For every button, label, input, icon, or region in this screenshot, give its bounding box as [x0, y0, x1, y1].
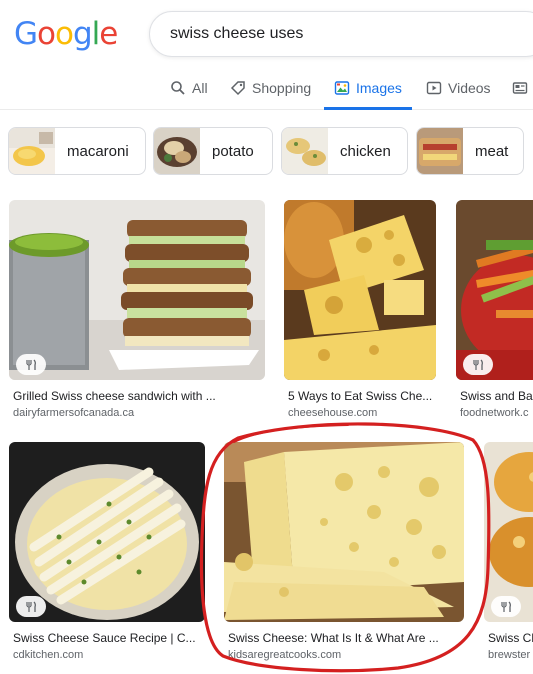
image-result[interactable]: Swiss Cheese Sauce Recipe | C... cdkitch… — [9, 442, 205, 667]
chip-thumbnail — [282, 128, 328, 174]
play-icon — [426, 81, 442, 95]
result-thumbnail[interactable] — [456, 200, 533, 380]
chip-thumbnail — [154, 128, 200, 174]
image-result[interactable]: Swiss Cheese: What Is It & What Are ... … — [224, 442, 464, 667]
tab-label: All — [192, 80, 208, 96]
result-title[interactable]: Swiss Ch — [488, 631, 533, 645]
result-source[interactable]: cheesehouse.com — [288, 407, 438, 419]
vegetables-image — [456, 200, 533, 380]
logo-letter: G — [14, 16, 38, 52]
cheese-image — [284, 200, 436, 380]
asparagus-image — [9, 442, 205, 622]
result-source[interactable]: kidsaregreatcooks.com — [228, 649, 464, 661]
result-title[interactable]: Grilled Swiss cheese sandwich with ... — [13, 389, 263, 403]
chip-label: meat — [475, 142, 509, 160]
image-result[interactable]: Swiss and Ba foodnetwork.c — [456, 200, 533, 425]
sandwich-image — [9, 200, 265, 380]
logo-letter: o — [55, 16, 74, 52]
chip-label: macaroni — [67, 142, 129, 160]
swiss-cheese-image — [224, 442, 464, 622]
recipe-icon — [26, 359, 36, 370]
recipe-badge — [463, 354, 493, 375]
image-result[interactable]: Grilled Swiss cheese sandwich with ... d… — [9, 200, 265, 425]
related-chip-macaroni[interactable]: macaroni — [8, 127, 146, 175]
recipe-badge — [491, 596, 521, 617]
related-chip-chicken[interactable]: chicken — [281, 127, 408, 175]
image-icon — [334, 81, 350, 95]
result-source[interactable]: cdkitchen.com — [13, 649, 203, 661]
result-title[interactable]: Swiss Cheese: What Is It & What Are ... — [228, 631, 464, 645]
logo-letter: e — [99, 16, 118, 52]
tab-label: Videos — [448, 80, 491, 96]
recipe-icon — [501, 601, 511, 612]
tab-all[interactable]: All — [170, 72, 208, 110]
result-thumbnail[interactable] — [224, 442, 464, 622]
logo-letter: o — [37, 16, 56, 52]
chip-thumbnail — [417, 128, 463, 174]
logo-letter: g — [72, 16, 93, 52]
result-thumbnail[interactable] — [484, 442, 533, 622]
chip-thumbnail — [9, 128, 55, 174]
result-source[interactable]: foodnetwork.c — [460, 407, 533, 419]
result-source[interactable]: dairyfarmersofcanada.ca — [13, 407, 263, 419]
result-title[interactable]: Swiss Cheese Sauce Recipe | C... — [13, 631, 203, 645]
google-logo[interactable]: Google — [14, 16, 118, 52]
tab-label: Images — [356, 80, 402, 96]
search-tabs: All Shopping Images Videos — [0, 72, 533, 110]
tab-label: Shopping — [252, 80, 312, 96]
result-thumbnail[interactable] — [9, 200, 265, 380]
logo-letter: l — [91, 16, 101, 52]
baked-dish-image — [484, 442, 533, 622]
chip-label: chicken — [340, 142, 391, 160]
tag-icon — [230, 81, 245, 96]
tab-shopping[interactable]: Shopping — [230, 72, 311, 110]
result-title[interactable]: 5 Ways to Eat Swiss Che... — [288, 389, 438, 403]
tab-videos[interactable]: Videos — [426, 72, 491, 110]
related-chip-meat[interactable]: meat — [416, 127, 524, 175]
recipe-icon — [473, 359, 483, 370]
recipe-badge — [16, 596, 46, 617]
news-icon — [512, 82, 528, 94]
tab-news[interactable] — [512, 72, 528, 110]
result-title[interactable]: Swiss and Ba — [460, 389, 533, 403]
tab-images[interactable]: Images — [324, 72, 412, 110]
chip-label: potato — [212, 142, 254, 160]
result-thumbnail[interactable] — [284, 200, 436, 380]
search-icon — [171, 81, 185, 95]
recipe-icon — [26, 601, 36, 612]
search-box[interactable] — [149, 11, 533, 57]
image-result[interactable]: 5 Ways to Eat Swiss Che... cheesehouse.c… — [284, 200, 436, 425]
search-input[interactable] — [170, 12, 530, 56]
result-source[interactable]: brewster — [488, 649, 533, 661]
image-result[interactable]: Swiss Ch brewster — [484, 442, 533, 667]
result-thumbnail[interactable] — [9, 442, 205, 622]
related-chip-potato[interactable]: potato — [153, 127, 273, 175]
recipe-badge — [16, 354, 46, 375]
